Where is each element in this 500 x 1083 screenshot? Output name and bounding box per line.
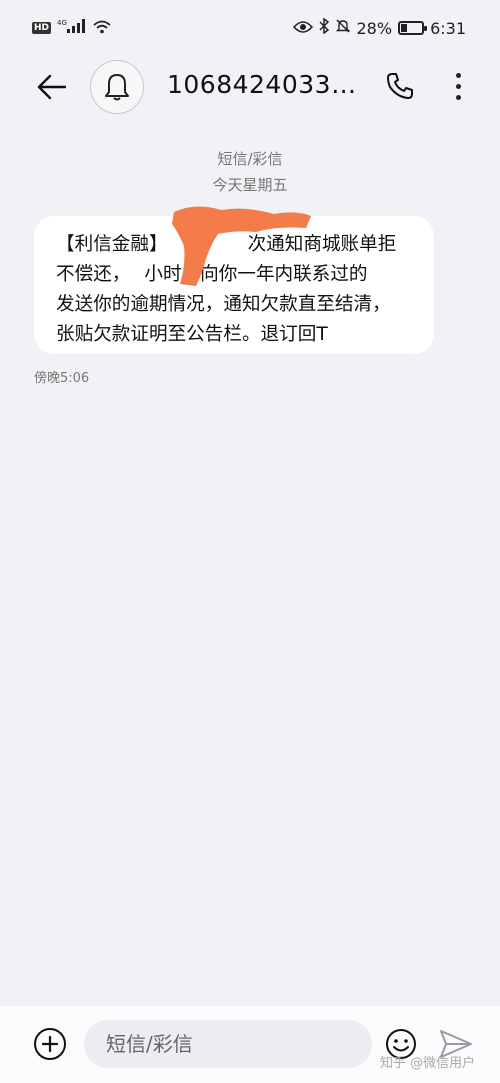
- watermark: 知乎 @微信用户: [380, 1056, 476, 1071]
- message-input[interactable]: [84, 1020, 372, 1068]
- phone-icon: [387, 73, 413, 99]
- message-timestamp: 傍晚5:06: [34, 371, 90, 386]
- wifi-icon: [93, 19, 111, 38]
- compose-bar: [0, 1006, 500, 1083]
- plus-circle-icon: [41, 1035, 59, 1053]
- battery-percent: 28%: [356, 18, 393, 38]
- date-divider: 今天星期五: [212, 176, 288, 194]
- signal-icon: 4G: [57, 18, 87, 38]
- message-line: 张贴欠款证明至公告栏。退订回T: [56, 324, 328, 345]
- message-bubble[interactable]: 【利信金融】 次通知商城账单拒 不偿还， 小时后向你一年内联系过的 发送你的逾期情况…: [34, 206, 434, 354]
- more-vertical-icon: [455, 72, 461, 78]
- avatar[interactable]: [90, 60, 144, 114]
- more-options-button[interactable]: [446, 68, 470, 104]
- contact-name: 10684240330...: [167, 70, 367, 99]
- hd-badge: HD: [32, 22, 52, 34]
- bluetooth-icon: [318, 17, 329, 38]
- status-bar: HD 4G 28% 6:31: [0, 0, 500, 56]
- arrow-left-icon: [37, 74, 66, 100]
- message-line: 【利信金融】 次通知商城账单拒: [56, 234, 397, 255]
- message-line: 发送你的逾期情况，通知欠款直至结清，: [56, 294, 391, 315]
- battery-icon: [398, 21, 428, 35]
- svg-text:4G: 4G: [57, 19, 67, 27]
- eye-icon: [292, 19, 313, 38]
- mute-icon: [335, 18, 351, 38]
- conversation-header: 10684240330...: [0, 56, 500, 120]
- clock: 6:31: [430, 18, 466, 38]
- add-attachment-button[interactable]: [34, 1028, 66, 1060]
- call-button[interactable]: [382, 68, 418, 104]
- bell-icon: [105, 74, 129, 101]
- message-type-label: 短信/彩信: [217, 150, 283, 168]
- message-line: 不偿还， 小时后向你一年内联系过的: [56, 264, 368, 285]
- back-button[interactable]: [34, 70, 68, 104]
